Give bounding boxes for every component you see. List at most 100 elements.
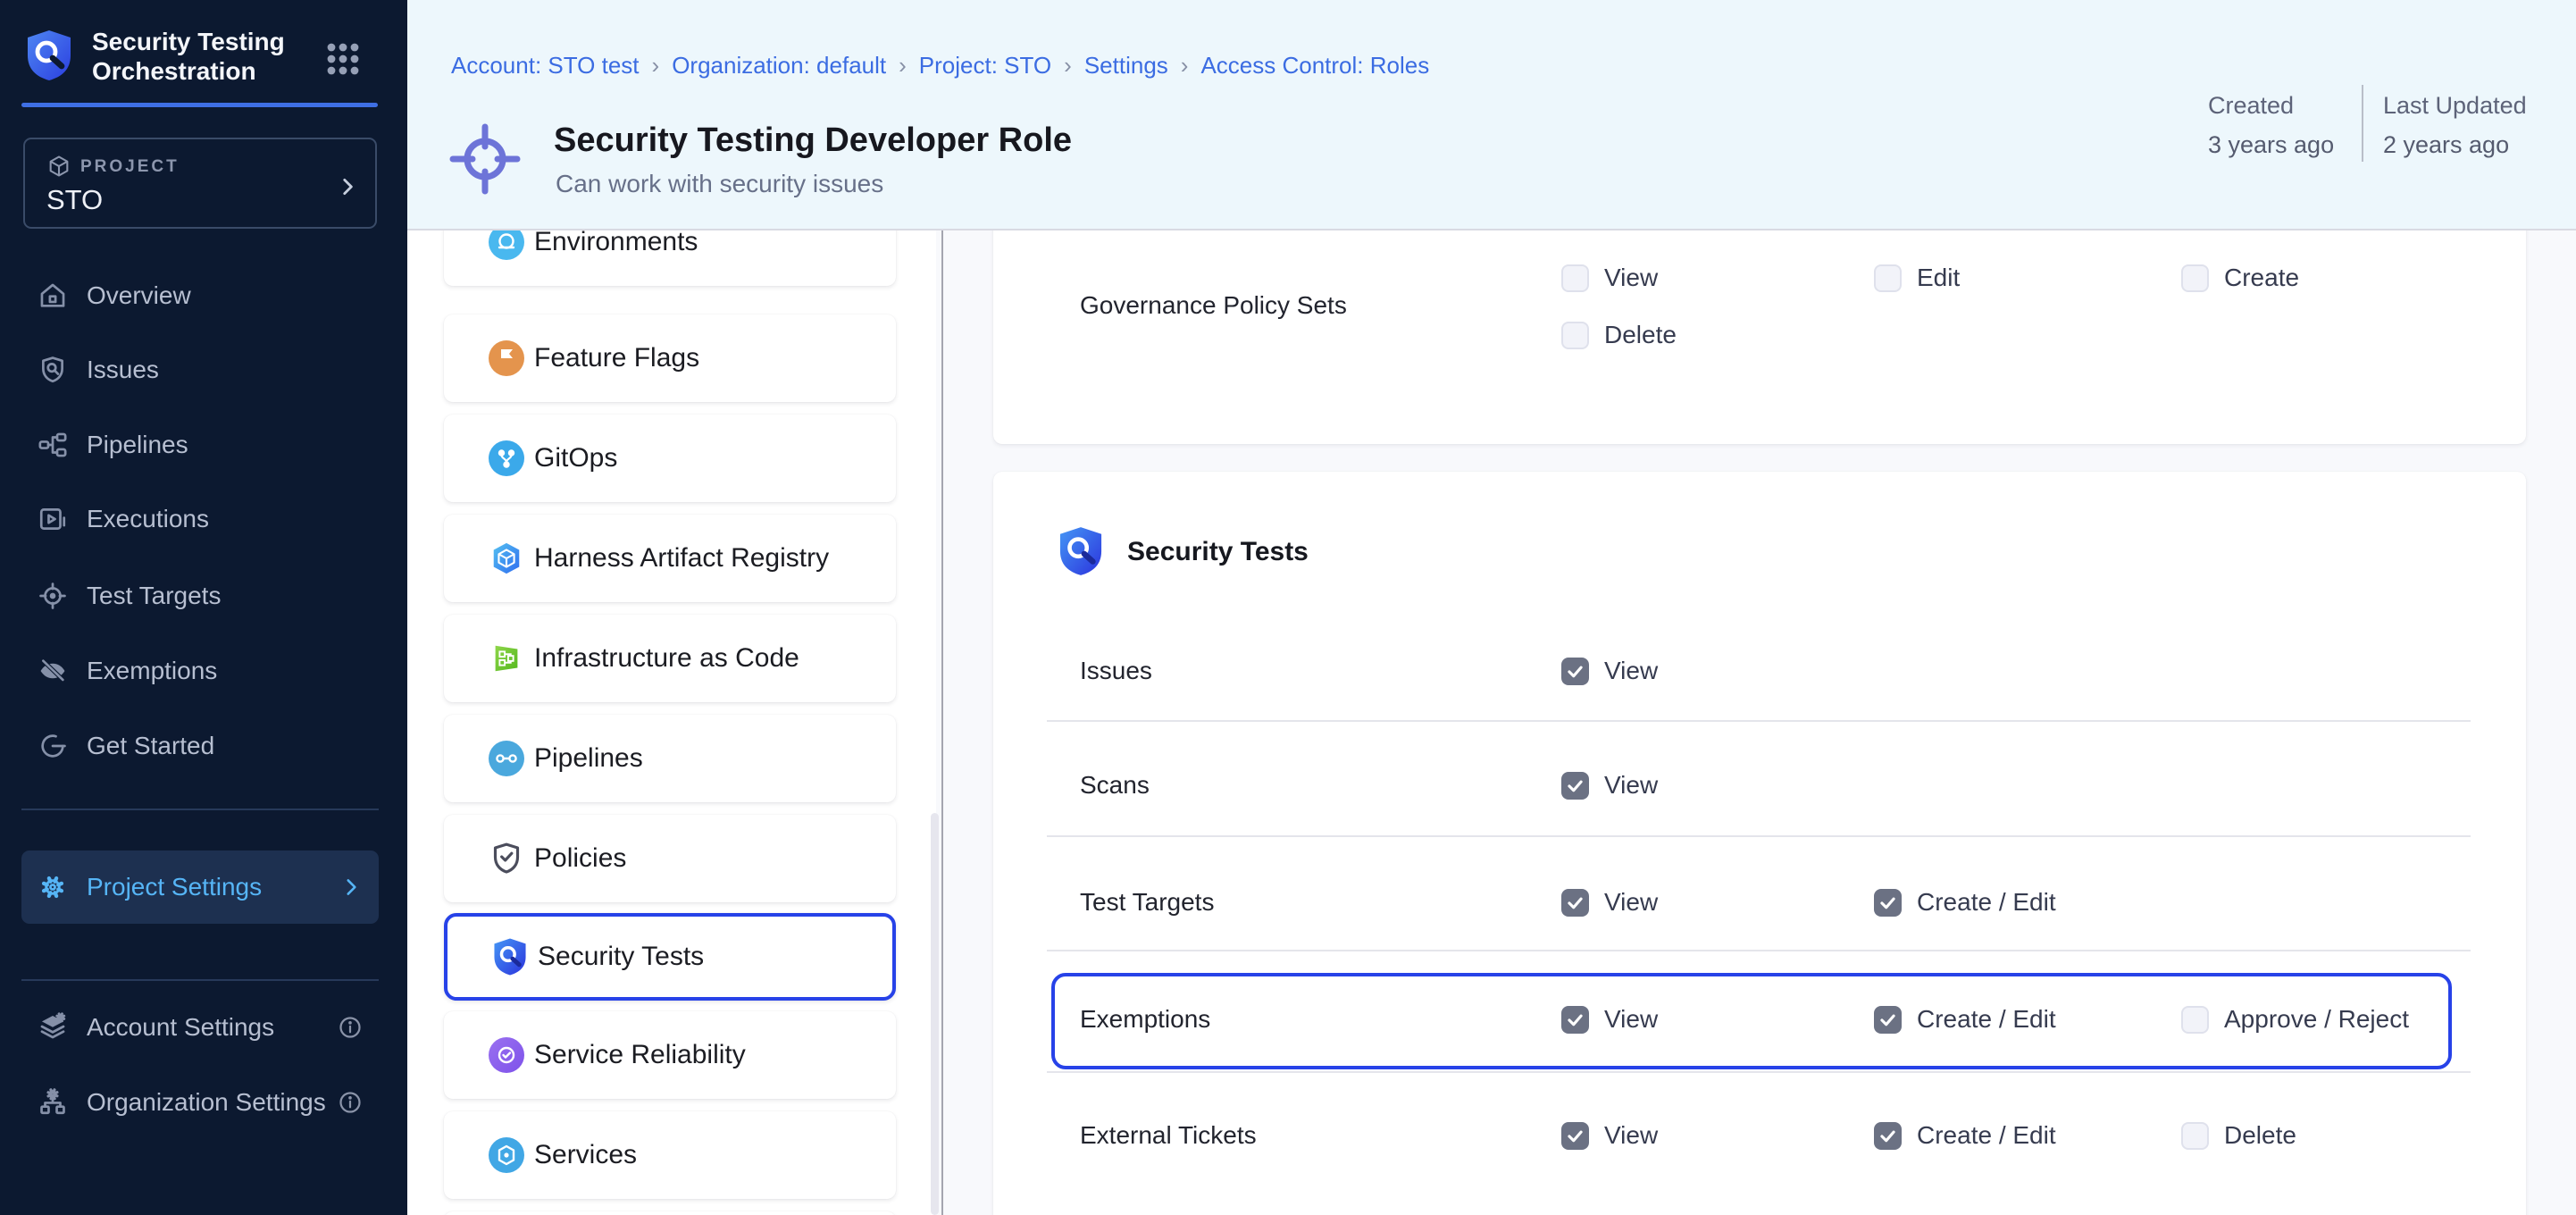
module-card-policies[interactable]: Policies — [444, 815, 896, 902]
sidebar-item-label: Get Started — [87, 732, 214, 760]
module-card-services[interactable]: Services — [444, 1111, 896, 1199]
sidebar-item-label: Overview — [87, 281, 191, 310]
permission-row-label: Test Targets — [1080, 888, 1214, 917]
checked-checkbox-icon[interactable] — [1561, 889, 1589, 917]
row-divider — [1047, 1071, 2471, 1073]
checkbox-create-edit[interactable]: Create / Edit — [1874, 888, 2056, 917]
checkbox-view[interactable]: View — [1561, 657, 1658, 685]
org-gear-icon — [38, 1086, 70, 1119]
checkbox-create[interactable]: Create — [2181, 264, 2299, 292]
last-updated-value: 2 years ago — [2383, 131, 2509, 159]
unchecked-checkbox-icon[interactable] — [1874, 264, 1902, 292]
module-card-security-tests[interactable]: Security Tests — [444, 913, 896, 1001]
checkbox-delete[interactable]: Delete — [1561, 321, 1677, 349]
sidebar-item-overview[interactable]: Overview — [0, 268, 407, 323]
module-active-underline — [21, 103, 378, 107]
home-icon — [38, 281, 68, 311]
sidebar-item-exemptions[interactable]: Exemptions — [0, 643, 407, 699]
page-header: Account: STO test›Organization: default›… — [407, 0, 2576, 230]
chevron-right-icon — [336, 175, 359, 198]
module-card-feature-flags[interactable]: Feature Flags — [444, 314, 896, 402]
module-card-service-reliability[interactable]: Service Reliability — [444, 1011, 896, 1099]
role-target-icon — [447, 122, 523, 197]
shield-search-icon — [38, 355, 68, 385]
module-card-label: Harness Artifact Registry — [534, 543, 829, 574]
checkbox-create-edit[interactable]: Create / Edit — [1874, 1121, 2056, 1150]
breadcrumb-item[interactable]: Project: STO — [919, 52, 1051, 80]
row-divider — [1047, 950, 2471, 951]
environments-icon — [489, 230, 524, 262]
sidebar-item-executions[interactable]: Executions — [0, 491, 407, 547]
checkbox-label: Create — [2224, 264, 2299, 292]
breadcrumb-item[interactable]: Organization: default — [672, 52, 886, 80]
breadcrumb-item[interactable]: Access Control: Roles — [1200, 52, 1429, 80]
module-card-label: Feature Flags — [534, 343, 699, 373]
checked-checkbox-icon[interactable] — [1561, 1122, 1589, 1150]
checked-checkbox-icon[interactable] — [1874, 1122, 1902, 1150]
sidebar-item-label: Executions — [87, 505, 209, 533]
created-value: 3 years ago — [2208, 131, 2334, 159]
checked-checkbox-icon[interactable] — [1561, 772, 1589, 800]
sidebar-divider — [21, 809, 379, 810]
sidebar-item-label: Project Settings — [87, 873, 262, 901]
meta-divider — [2362, 85, 2363, 162]
module-card-pipelines[interactable]: Pipelines — [444, 715, 896, 802]
created-label: Created — [2208, 92, 2294, 120]
layers-gear-icon — [38, 1011, 70, 1043]
checkbox-edit[interactable]: Edit — [1874, 264, 1960, 292]
checked-checkbox-icon[interactable] — [1561, 658, 1589, 685]
module-card-label: Infrastructure as Code — [534, 643, 799, 674]
sidebar-item-label: Issues — [87, 356, 159, 384]
unchecked-checkbox-icon[interactable] — [2181, 264, 2209, 292]
module-card-gitops[interactable]: GitOps — [444, 415, 896, 502]
breadcrumb-item[interactable]: Settings — [1084, 52, 1168, 80]
checkbox-view[interactable]: View — [1561, 1121, 1658, 1150]
sidebar-item-pipelines[interactable]: Pipelines — [0, 417, 407, 473]
workspace: Environments Feature Flags GitOps Harnes… — [407, 230, 2576, 1215]
sidebar-item-account-settings[interactable]: Account Settings — [0, 999, 407, 1056]
sidebar-item-get-started[interactable]: Get Started — [0, 718, 407, 774]
breadcrumb-item[interactable]: Account: STO test — [451, 52, 640, 80]
module-card-harness-artifact-registry[interactable]: Harness Artifact Registry — [444, 515, 896, 602]
module-card-infrastructure-as-code[interactable]: Infrastructure as Code — [444, 615, 896, 702]
security-tests-card — [993, 472, 2526, 1215]
sidebar-item-issues[interactable]: Issues — [0, 342, 407, 398]
info-icon[interactable] — [338, 1015, 363, 1040]
unchecked-checkbox-icon[interactable] — [1561, 322, 1589, 349]
pipeline-icon — [38, 430, 68, 460]
checkbox-delete[interactable]: Delete — [2181, 1121, 2296, 1150]
permission-row-label: External Tickets — [1080, 1121, 1257, 1150]
checked-checkbox-icon[interactable] — [1874, 889, 1902, 917]
app-title: Security Testing Orchestration — [92, 27, 285, 86]
sidebar-item-organization-settings[interactable]: Organization Settings — [0, 1074, 407, 1131]
target-icon — [38, 581, 68, 611]
project-name: STO — [46, 184, 103, 216]
checkbox-view[interactable]: View — [1561, 888, 1658, 917]
sidebar-item-label: Test Targets — [87, 582, 221, 610]
info-icon[interactable] — [338, 1090, 363, 1115]
module-card-label: Security Tests — [538, 942, 704, 972]
unchecked-checkbox-icon[interactable] — [2181, 1122, 2209, 1150]
sidebar-item-project-settings[interactable]: Project Settings — [21, 850, 379, 924]
checkbox-view[interactable]: View — [1561, 771, 1658, 800]
services-icon — [489, 1135, 524, 1175]
module-card-label: Environments — [534, 230, 698, 257]
unchecked-checkbox-icon[interactable] — [1561, 264, 1589, 292]
sto-logo-shield-icon — [26, 29, 72, 82]
module-grid-icon[interactable] — [325, 41, 361, 77]
sidebar-item-label: Account Settings — [87, 1013, 274, 1042]
pipelines-mod-icon — [489, 739, 524, 778]
sidebar-item-label: Organization Settings — [87, 1088, 326, 1117]
module-list-scrollbar[interactable] — [931, 813, 939, 1215]
eye-off-icon — [38, 656, 68, 686]
breadcrumb-separator: › — [899, 52, 907, 80]
checkbox-label: Edit — [1917, 264, 1960, 292]
sidebar-item-test-targets[interactable]: Test Targets — [0, 568, 407, 624]
governance-policy-card — [993, 230, 2526, 444]
checkbox-label: View — [1604, 888, 1658, 917]
checkbox-label: View — [1604, 1121, 1658, 1150]
module-card-environments[interactable]: Environments — [444, 230, 896, 286]
checkbox-view[interactable]: View — [1561, 264, 1658, 292]
project-selector[interactable]: PROJECT STO — [23, 138, 377, 229]
module-card-label: Policies — [534, 843, 626, 874]
